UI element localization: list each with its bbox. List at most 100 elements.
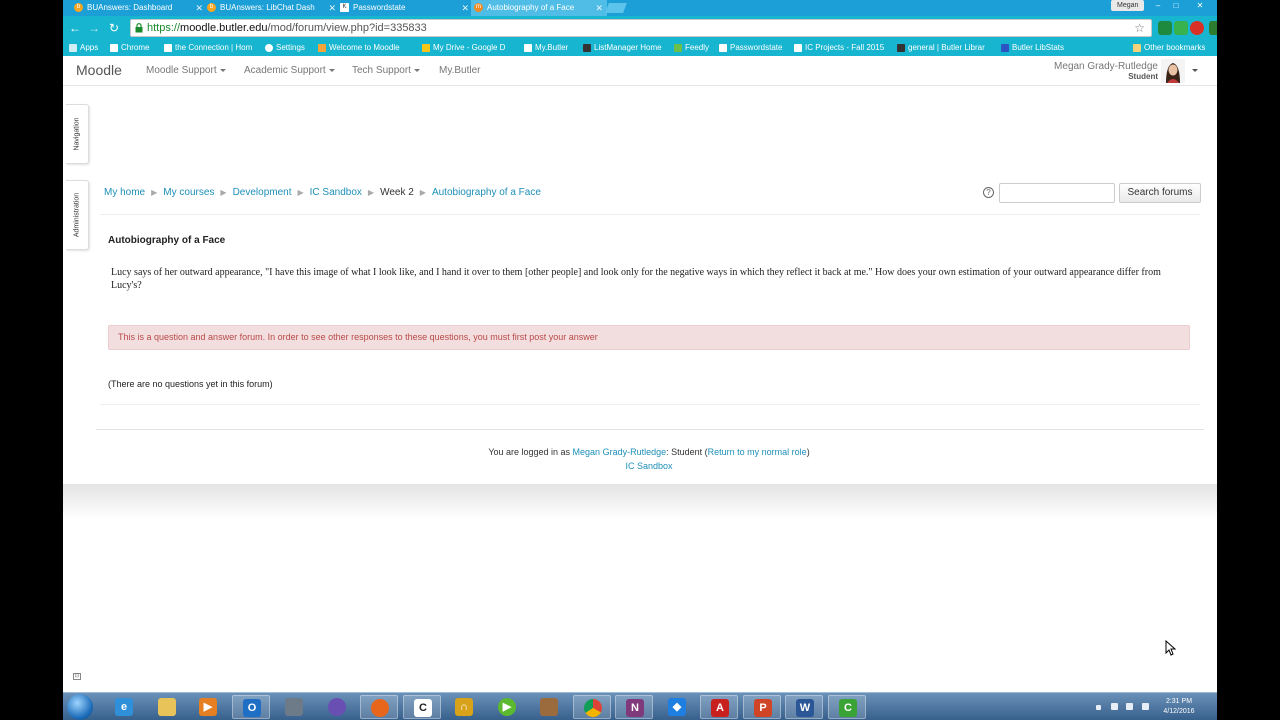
bookmark-item[interactable]: Passwordstate	[719, 40, 782, 56]
close-icon[interactable]: ✕	[328, 0, 336, 16]
extension-icon[interactable]	[1190, 21, 1204, 35]
browser-tab[interactable]: K Passwordstate ✕	[337, 0, 473, 16]
taskbar-explorer[interactable]	[148, 695, 186, 719]
close-icon[interactable]: ✕	[595, 0, 603, 16]
avatar[interactable]	[1161, 59, 1185, 83]
user-name[interactable]: Megan Grady-Rutledge	[1054, 61, 1158, 72]
bookmark-item[interactable]: My.Butler	[524, 40, 568, 56]
browser-tab[interactable]: b BUAnswers: LibChat Dash ✕	[204, 0, 340, 16]
gear-icon	[265, 44, 273, 52]
bookmark-item[interactable]: the Connection | Hom	[164, 40, 252, 56]
b-icon: b	[207, 3, 216, 12]
taskbar-camtasia[interactable]: C	[403, 695, 441, 719]
taskbar-player[interactable]: ▶	[488, 695, 526, 719]
taskbar-ie[interactable]: e	[105, 695, 143, 719]
profile-button[interactable]: Megan	[1111, 0, 1145, 11]
taskbar-powerpoint[interactable]: P	[743, 695, 781, 719]
bookmark-item[interactable]: general | Butler Librar	[897, 40, 985, 56]
taskbar-media[interactable]: ▶	[189, 695, 227, 719]
b-icon	[524, 44, 532, 52]
tool-icon	[540, 698, 558, 716]
bookmark-item[interactable]: Settings	[265, 40, 305, 56]
bookmark-other[interactable]: Other bookmarks	[1133, 40, 1205, 56]
breadcrumb-my-home[interactable]: My home	[104, 187, 145, 198]
camtasia-icon: C	[839, 699, 857, 717]
chevron-right-icon: ▶	[367, 188, 375, 197]
bookmark-item[interactable]: Welcome to Moodle	[318, 40, 400, 56]
taskbar-chrome[interactable]	[573, 695, 611, 719]
minimize-icon[interactable]: –	[1149, 0, 1167, 11]
powerpoint-icon: P	[754, 699, 772, 717]
caret-down-icon	[328, 68, 335, 72]
taskbar-acrobat[interactable]: A	[700, 695, 738, 719]
tray-icon[interactable]	[1111, 703, 1118, 710]
menu-mybutler[interactable]: My.Butler	[439, 56, 481, 85]
maximize-icon[interactable]: □	[1167, 0, 1185, 11]
taskbar-app[interactable]	[530, 695, 568, 719]
breadcrumb-ic-sandbox[interactable]: IC Sandbox	[310, 187, 362, 198]
folder-icon	[1133, 44, 1141, 52]
footer-course-link[interactable]: IC Sandbox	[625, 461, 672, 471]
menu-academic-support[interactable]: Academic Support	[244, 56, 335, 85]
browser-tab[interactable]: b BUAnswers: Dashboard ✕	[71, 0, 207, 16]
taskbar-headset[interactable]: ∩	[445, 695, 483, 719]
breadcrumb-my-courses[interactable]: My courses	[163, 187, 214, 198]
browser-tab-active[interactable]: m Autobiography of a Face ✕	[471, 0, 607, 16]
taskbar-app[interactable]	[275, 695, 313, 719]
return-normal-role-link[interactable]: Return to my normal role	[708, 447, 807, 457]
taskbar-word[interactable]: W	[785, 695, 823, 719]
back-icon[interactable]: ←	[67, 20, 83, 36]
block-tab-administration[interactable]: Administration	[66, 180, 89, 250]
forum-intro: Lucy says of her outward appearance, "I …	[111, 267, 1161, 291]
menu-moodle-support[interactable]: Moodle Support	[146, 56, 226, 85]
taskbar-dropbox[interactable]: ◆	[658, 695, 696, 719]
breadcrumb-development[interactable]: Development	[233, 187, 292, 198]
apps-icon	[69, 44, 77, 52]
address-bar[interactable]: https://moodle.butler.edu/mod/forum/view…	[130, 19, 1152, 37]
network-icon[interactable]	[1142, 703, 1149, 710]
page-footer-band	[63, 484, 1217, 520]
help-icon[interactable]: ?	[983, 187, 994, 198]
close-icon[interactable]: ✕	[461, 0, 469, 16]
app-icon	[285, 698, 303, 716]
block-tab-navigation[interactable]: Navigation	[66, 104, 89, 164]
star-icon[interactable]: ☆	[1134, 20, 1145, 37]
menu-tech-support[interactable]: Tech Support	[352, 56, 420, 85]
new-tab-button[interactable]	[605, 3, 627, 13]
extension-icon[interactable]	[1209, 21, 1217, 35]
reload-icon[interactable]: ↻	[106, 20, 122, 36]
taskbar-app[interactable]	[318, 695, 356, 719]
bookmark-item[interactable]: IC Projects - Fall 2015	[794, 40, 884, 56]
search-forums-button[interactable]: Search forums	[1119, 183, 1201, 203]
taskbar-outlook[interactable]: O	[232, 695, 270, 719]
tab-title: BUAnswers: LibChat Dash	[220, 3, 315, 12]
caret-down-icon[interactable]	[1192, 69, 1198, 72]
close-icon[interactable]: ✕	[195, 0, 203, 16]
close-window-icon[interactable]: ✕	[1191, 0, 1209, 11]
bookmark-apps[interactable]: Apps	[69, 40, 98, 56]
taskbar-clock[interactable]: 2:31 PM 4/12/2016	[1161, 697, 1197, 717]
taskbar-camtasia[interactable]: C	[828, 695, 866, 719]
extension-new-icon[interactable]	[1174, 21, 1188, 35]
moodle-brand[interactable]: Moodle	[76, 56, 122, 85]
breadcrumb-week: Week 2	[380, 187, 414, 198]
bookmark-item[interactable]: Butler LibStats	[1001, 40, 1064, 56]
search-forums-input[interactable]	[999, 183, 1115, 203]
dock-toggle-icon[interactable]: ⊡	[73, 673, 81, 680]
breadcrumb-forum[interactable]: Autobiography of a Face	[432, 187, 541, 198]
bookmark-item[interactable]: My Drive - Google D	[422, 40, 505, 56]
extension-icon[interactable]	[1158, 21, 1172, 35]
start-button[interactable]	[67, 694, 93, 720]
footer-user-link[interactable]: Megan Grady-Rutledge	[573, 447, 667, 457]
taskbar-firefox[interactable]	[360, 695, 398, 719]
bookmark-item[interactable]: Chrome	[110, 40, 149, 56]
volume-icon[interactable]	[1126, 703, 1133, 710]
bookmark-item[interactable]: Feedly	[674, 40, 709, 56]
dropbox-icon: ◆	[668, 698, 686, 716]
forward-icon[interactable]: →	[86, 20, 102, 36]
firefox-icon	[371, 699, 389, 717]
tray-arrow-icon[interactable]	[1096, 705, 1101, 710]
chrome-icon	[584, 699, 602, 717]
bookmark-item[interactable]: ListManager Home	[583, 40, 662, 56]
taskbar-onenote[interactable]: N	[615, 695, 653, 719]
